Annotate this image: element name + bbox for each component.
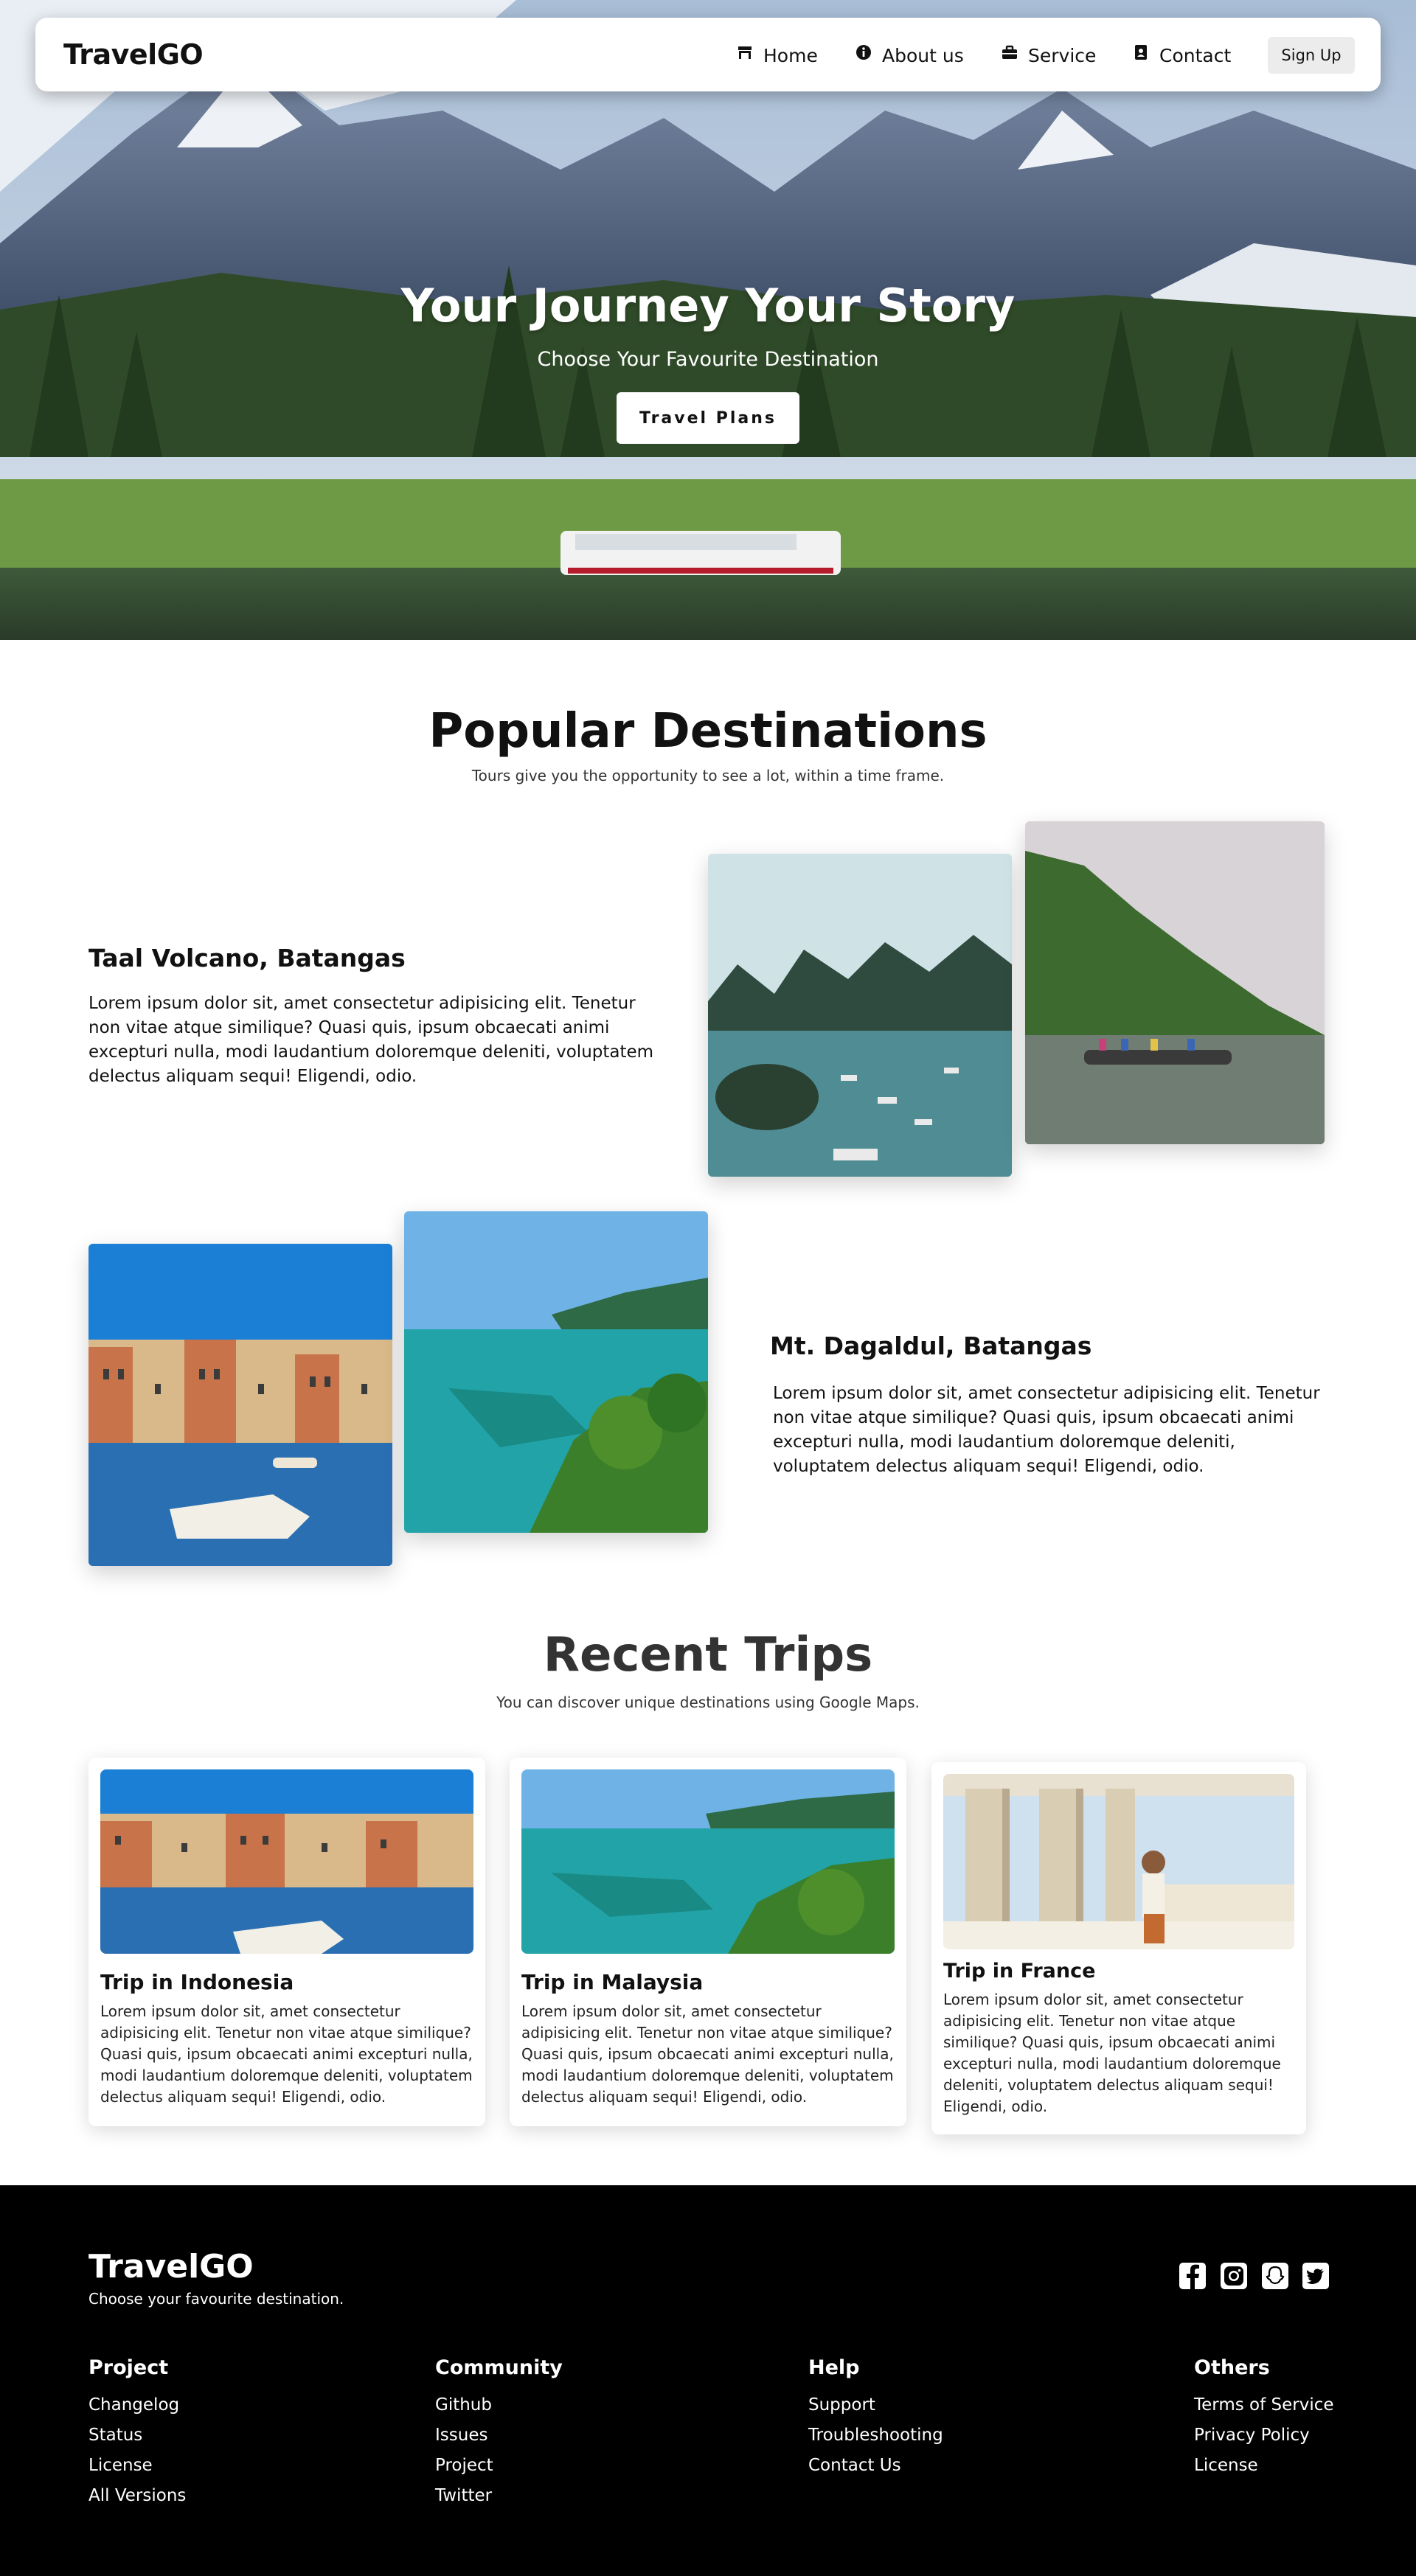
- trip-card-title: Trip in Indonesia: [100, 1970, 294, 1994]
- footer-link[interactable]: Issues: [435, 2426, 563, 2456]
- nav-item-home[interactable]: Home: [737, 44, 818, 66]
- nav-item-label: Home: [763, 44, 818, 66]
- footer-link[interactable]: License: [88, 2456, 186, 2486]
- nav-item-label: Service: [1028, 44, 1097, 66]
- destination-text: Lorem ipsum dolor sit, amet consectetur …: [773, 1384, 1320, 1476]
- footer-column-title: Project: [88, 2356, 169, 2379]
- brand-logo[interactable]: TravelGO: [63, 38, 204, 71]
- footer-link[interactable]: License: [1194, 2456, 1334, 2486]
- trip-card-text: Lorem ipsum dolor sit, amet consectetur …: [521, 2002, 894, 2106]
- ha-long-bay-photo: [708, 854, 1012, 1177]
- hero-subtitle: Choose Your Favourite Destination: [537, 348, 879, 371]
- footer: TravelGO Choose your favourite destinati…: [0, 2185, 1416, 2576]
- briefcase-icon: [1002, 45, 1018, 63]
- footer-link[interactable]: Changelog: [88, 2395, 186, 2426]
- nav-item-about[interactable]: About us: [856, 44, 964, 66]
- trip-card[interactable]: Trip in Malaysia Lorem ipsum dolor sit, …: [510, 1758, 906, 2126]
- trip-card-text: Lorem ipsum dolor sit, amet consectetur …: [943, 1991, 1281, 2115]
- signup-button[interactable]: Sign Up: [1268, 37, 1355, 74]
- nav-item-service[interactable]: Service: [1002, 44, 1096, 66]
- footer-link[interactable]: Twitter: [435, 2486, 563, 2516]
- footer-link[interactable]: Github: [435, 2395, 563, 2426]
- destination-text: Lorem ipsum dolor sit, amet consectetur …: [88, 994, 654, 1086]
- footer-column-title: Help: [808, 2356, 860, 2379]
- footer-link[interactable]: Status: [88, 2426, 186, 2456]
- trip-card[interactable]: Trip in Indonesia Lorem ipsum dolor sit,…: [88, 1758, 485, 2126]
- footer-column-title: Community: [435, 2356, 563, 2379]
- contact-card-icon: [1133, 45, 1149, 63]
- footer-link[interactable]: Contact Us: [808, 2456, 943, 2486]
- twitter-icon[interactable]: [1302, 2262, 1330, 2290]
- footer-link[interactable]: Terms of Service: [1194, 2395, 1334, 2426]
- footer-brand[interactable]: TravelGO: [88, 2248, 254, 2286]
- footer-tagline: Choose your favourite destination.: [88, 2290, 344, 2308]
- venice-canal-photo: [88, 1244, 392, 1566]
- footer-link[interactable]: Project: [435, 2456, 563, 2486]
- trip-card-title: Trip in Malaysia: [521, 1970, 704, 1994]
- trip-card-title: Trip in France: [943, 1960, 1096, 1983]
- facebook-icon[interactable]: [1179, 2262, 1207, 2290]
- destination-title: Mt. Dagaldul, Batangas: [770, 1331, 1092, 1360]
- navbar: TravelGO Home About us Service Contact S…: [35, 18, 1381, 91]
- tropical-beach-photo: [404, 1211, 708, 1533]
- popular-title: Popular Destinations: [428, 704, 988, 759]
- destination-title: Taal Volcano, Batangas: [88, 944, 406, 972]
- trip-card-image: [943, 1774, 1294, 1949]
- hero-section: TravelGO Home About us Service Contact S…: [0, 0, 1416, 640]
- popular-subtitle: Tours give you the opportunity to see a …: [471, 767, 945, 784]
- recent-title: Recent Trips: [543, 1628, 873, 1682]
- trip-card-image: [100, 1769, 473, 1954]
- hero-title: Your Journey Your Story: [400, 279, 1016, 333]
- shop-icon: [737, 46, 753, 63]
- footer-column-title: Others: [1194, 2356, 1270, 2379]
- footer-link[interactable]: Troubleshooting: [808, 2426, 943, 2456]
- trip-card[interactable]: Trip in France Lorem ipsum dolor sit, am…: [931, 1762, 1306, 2134]
- trip-card-text: Lorem ipsum dolor sit, amet consectetur …: [100, 2002, 473, 2106]
- nav-item-label: About us: [882, 44, 964, 66]
- footer-link[interactable]: Privacy Policy: [1194, 2426, 1334, 2456]
- recent-subtitle: You can discover unique destinations usi…: [496, 1693, 920, 1711]
- footer-column-help: Help Support Troubleshooting Contact Us: [808, 2356, 943, 2486]
- footer-link[interactable]: Support: [808, 2395, 943, 2426]
- travel-plans-button[interactable]: Travel Plans: [617, 392, 799, 444]
- snapchat-icon[interactable]: [1261, 2262, 1289, 2290]
- footer-column-others: Others Terms of Service Privacy Policy L…: [1194, 2356, 1334, 2486]
- footer-column-project: Project Changelog Status License All Ver…: [88, 2356, 186, 2516]
- footer-link[interactable]: All Versions: [88, 2486, 186, 2516]
- river-boat-photo: [1025, 821, 1325, 1144]
- footer-column-community: Community Github Issues Project Twitter: [435, 2356, 563, 2516]
- trip-card-image: [521, 1769, 895, 1954]
- info-icon: [856, 45, 872, 63]
- nav-item-label: Contact: [1159, 44, 1232, 66]
- instagram-icon[interactable]: [1220, 2262, 1248, 2290]
- nav-item-contact[interactable]: Contact: [1133, 44, 1231, 66]
